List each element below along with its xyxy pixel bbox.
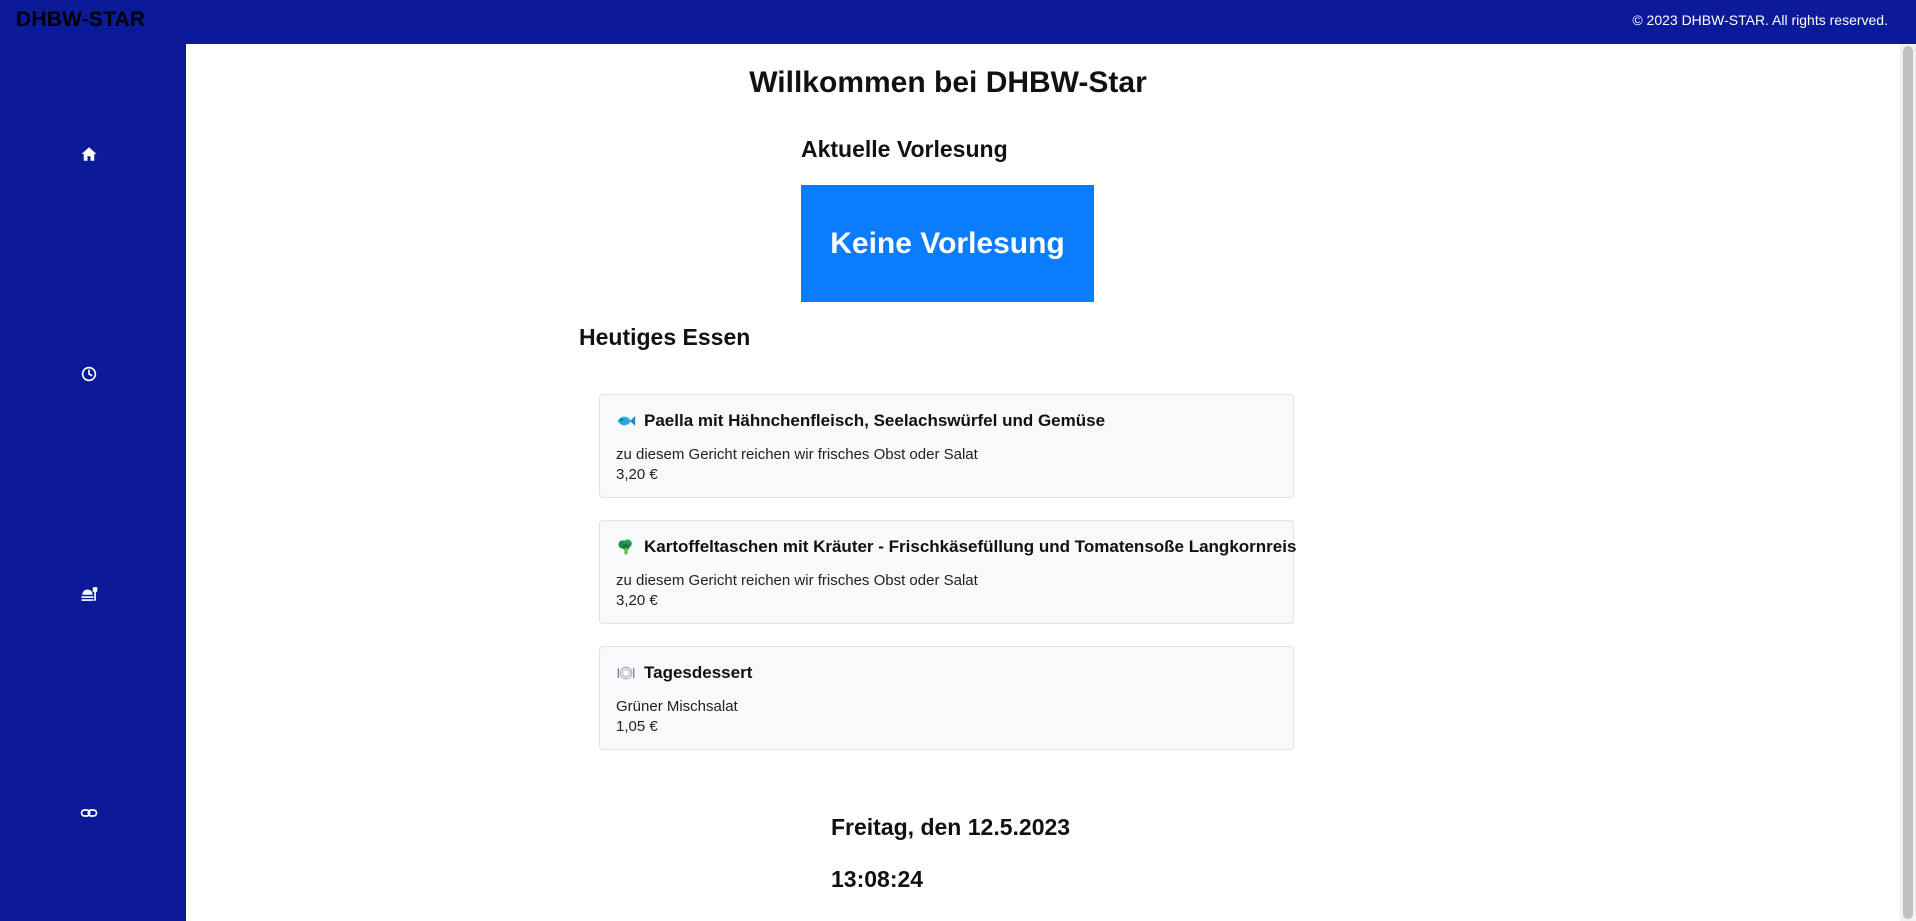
sidebar-item-schedule[interactable] [73, 358, 105, 390]
clock-icon [80, 365, 98, 383]
meal-description: zu diesem Gericht reichen wir frisches O… [616, 446, 978, 463]
broccoli-icon [616, 538, 636, 556]
meal-price: 3,20 € [616, 592, 658, 609]
meal-title: Paella mit Hähnchenfleisch, Seelachswürf… [616, 411, 1105, 431]
fish-icon [616, 412, 636, 430]
current-time: 13:08:24 [831, 866, 924, 892]
meal-title: Kartoffeltaschen mit Kräuter - Frischkäs… [616, 537, 1296, 557]
top-bar: DHBW-STAR © 2023 DHBW-STAR. All rights r… [0, 0, 1916, 44]
link-icon [80, 804, 98, 822]
food-heading: Heutiges Essen [579, 324, 751, 350]
lecture-heading: Aktuelle Vorlesung [801, 136, 1008, 162]
food-icon [80, 585, 98, 603]
home-icon [80, 145, 98, 163]
meal-title: Tagesdessert [616, 663, 752, 683]
copyright-text: © 2023 DHBW-STAR. All rights reserved. [1632, 12, 1888, 28]
meal-description: zu diesem Gericht reichen wir frisches O… [616, 572, 978, 589]
meal-card: Paella mit Hähnchenfleisch, Seelachswürf… [599, 394, 1294, 498]
sidebar [0, 44, 186, 921]
meal-name: Kartoffeltaschen mit Kräuter - Frischkäs… [644, 537, 1297, 556]
sidebar-item-food[interactable] [73, 578, 105, 610]
meal-price: 3,20 € [616, 466, 658, 483]
brand-logo[interactable]: DHBW-STAR [16, 8, 145, 32]
meal-price: 1,05 € [616, 718, 658, 735]
main-content: Willkommen bei DHBW-Star Aktuelle Vorles… [186, 44, 1900, 921]
current-lecture-box: Keine Vorlesung [801, 185, 1094, 302]
page-title: Willkommen bei DHBW-Star [749, 66, 1147, 99]
meal-name: Paella mit Hähnchenfleisch, Seelachswürf… [644, 411, 1106, 430]
scrollbar-thumb[interactable] [1903, 46, 1913, 919]
current-date: Freitag, den 12.5.2023 [831, 814, 1071, 840]
meal-card: Kartoffeltaschen mit Kräuter - Frischkäs… [599, 520, 1296, 624]
meal-card: Tagesdessert Grüner Mischsalat 1,05 € [599, 646, 1294, 750]
meal-name: Tagesdessert [644, 663, 753, 682]
sidebar-item-links[interactable] [73, 797, 105, 829]
meal-description: Grüner Mischsalat [616, 698, 738, 715]
current-lecture-text: Keine Vorlesung [830, 226, 1065, 260]
sidebar-item-home[interactable] [73, 138, 105, 170]
plate-icon [616, 664, 636, 682]
